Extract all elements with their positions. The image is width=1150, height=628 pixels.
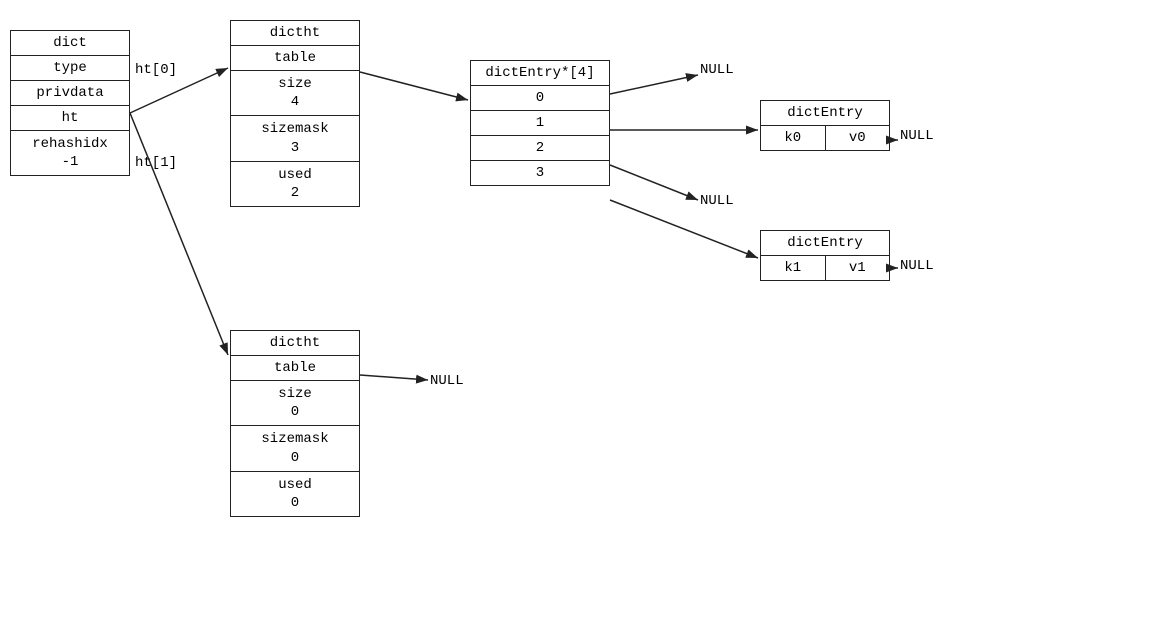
dictentry-top-header: dictEntry: [761, 101, 889, 126]
dict-cell-ht: ht: [11, 106, 129, 131]
dictht-top-sizemask: sizemask3: [231, 116, 359, 161]
null-label-2: NULL: [900, 128, 934, 144]
dictentry-bottom-box: dictEntry k1 v1: [760, 230, 890, 281]
dict-cell-rehashidx: rehashidx-1: [11, 131, 129, 175]
null-label-3: NULL: [700, 193, 734, 209]
dictentry-top-v0: v0: [826, 126, 890, 150]
dictentry-top-k0: k0: [761, 126, 826, 150]
dictht-top-table: table: [231, 46, 359, 71]
dictht-bottom-box: dictht table size0 sizemask0 used0: [230, 330, 360, 517]
dictentry-array-row3: 3: [471, 161, 609, 185]
dict-cell-type: type: [11, 56, 129, 81]
dictentry-bottom-header: dictEntry: [761, 231, 889, 256]
dictht-bottom-header: dictht: [231, 331, 359, 356]
dictentry-top-box: dictEntry k0 v0: [760, 100, 890, 151]
ht1-label: ht[1]: [135, 155, 177, 171]
dictht-bottom-used: used0: [231, 472, 359, 516]
dictht-top-used: used2: [231, 162, 359, 206]
ht0-label: ht[0]: [135, 62, 177, 78]
dict-cell-privdata: privdata: [11, 81, 129, 106]
null-label-1: NULL: [700, 62, 734, 78]
null-label-5: NULL: [430, 373, 464, 389]
dict-cell-dict: dict: [11, 31, 129, 56]
dictht-bottom-table: table: [231, 356, 359, 381]
dictentry-array-row1: 1: [471, 111, 609, 136]
dictht-top-header: dictht: [231, 21, 359, 46]
dict-box: dict type privdata ht rehashidx-1: [10, 30, 130, 176]
dictentry-array-box: dictEntry*[4] 0 1 2 3: [470, 60, 610, 186]
dictentry-bottom-v1: v1: [826, 256, 890, 280]
dictht-bottom-sizemask: sizemask0: [231, 426, 359, 471]
dictht-top-size: size4: [231, 71, 359, 116]
dictentry-array-row0: 0: [471, 86, 609, 111]
null-label-4: NULL: [900, 258, 934, 274]
dictht-bottom-size: size0: [231, 381, 359, 426]
dictentry-array-row2: 2: [471, 136, 609, 161]
dictentry-array-header: dictEntry*[4]: [471, 61, 609, 86]
dictht-top-box: dictht table size4 sizemask3 used2: [230, 20, 360, 207]
diagram: dict type privdata ht rehashidx-1 ht[0] …: [0, 0, 1150, 628]
dictentry-bottom-k1: k1: [761, 256, 826, 280]
